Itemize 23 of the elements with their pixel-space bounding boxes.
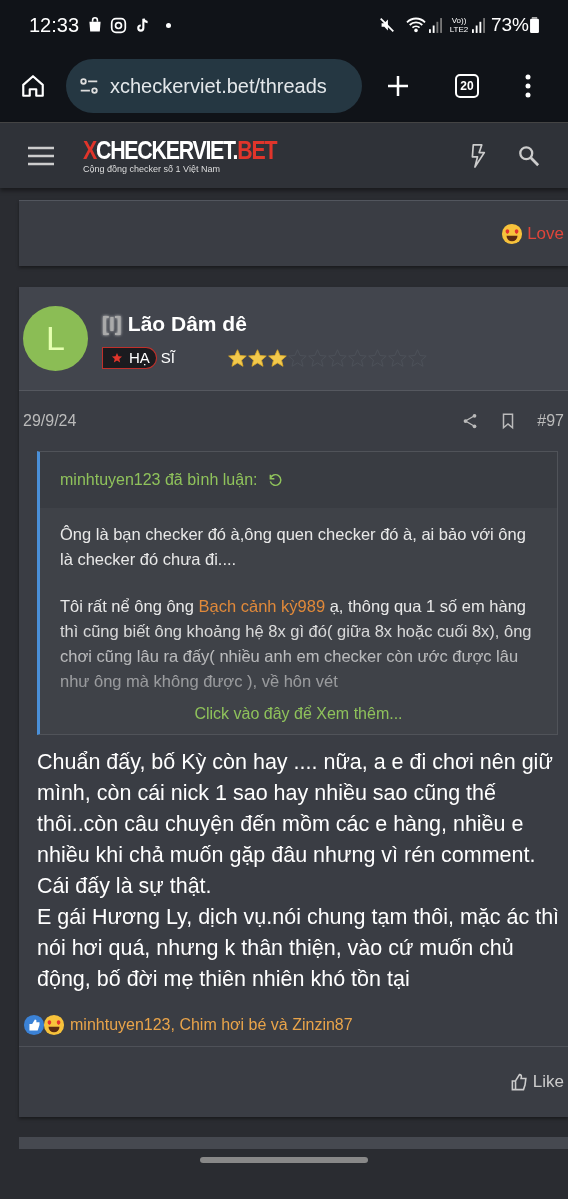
quote-paragraph: Ông là bạn checker đó à,ông quen checker đó à, ai bảo với ông là checker đó chưa đi.... <box>60 524 527 570</box>
post-number[interactable]: #97 <box>537 409 564 433</box>
quote-author[interactable]: minhtuyen123 đã bình luận: <box>60 468 258 492</box>
url-text: xcheckerviet.bet/threads <box>110 74 327 99</box>
rank-badge: HẠ <box>102 347 157 370</box>
user-tag: [I] <box>102 307 122 339</box>
site-logo[interactable]: XCHECKERVIET.BET <box>83 136 277 163</box>
user-link[interactable]: Bạch cảnh kỳ989 <box>198 597 326 615</box>
username[interactable]: Lão Dâm dê <box>127 307 247 339</box>
tab-count-button[interactable]: 20 <box>455 74 479 98</box>
rank-title: SĨ <box>160 348 176 368</box>
battery-percent: 73% <box>490 12 529 37</box>
expand-link[interactable]: Click vào đây để Xem thêm... <box>194 702 403 726</box>
reaction-users[interactable]: minhtuyen123, Chim hơi bé và Zinzin87 <box>70 1012 353 1037</box>
post-date[interactable]: 29/9/24 <box>23 409 77 433</box>
clock: 12:33 <box>29 13 80 38</box>
like-button[interactable]: Like <box>509 1069 564 1095</box>
quote-paragraph: Tôi rất nể ông ông Bạch cảnh kỳ989 ạ, thông qua 1 số em hàng thì cũng biết ông khoảng hệ 8x gì đó( giữa 8x hoặc cuối 8x), ông chơi cũng lâu ra đấy( nhiều anh em checker còn ước được lâu như ông mà không được ), về hôn vét <box>60 596 533 692</box>
site-tagline: Cộng đồng checker số 1 Việt Nam <box>83 162 221 175</box>
post-text: Chuẩn đấy, bố Kỳ còn hay .... nữa, a e đi chơi nên giữ mình, còn cái nick 1 sao hay nhiều sao cũng thế thôi..còn câu chuyện đến mồm các e hàng, nhiều e nhiều khi chả muốn gặp đâu nhưng vì rén comment. Cái đấy là sự thật. <box>37 749 554 900</box>
post-text: E gái Hương Ly, dịch vụ.nói chung tạm thôi, mặc ác thì nói hơi quá, nhưng k thân thiện, vào cứ muốn chủ động, bố đời mẹ thiên nhiên khó tồn tại <box>37 904 560 993</box>
address-bar[interactable]: xcheckerviet.bet/threads <box>66 59 362 113</box>
network-label: Vo)) LTE2 <box>448 16 470 34</box>
